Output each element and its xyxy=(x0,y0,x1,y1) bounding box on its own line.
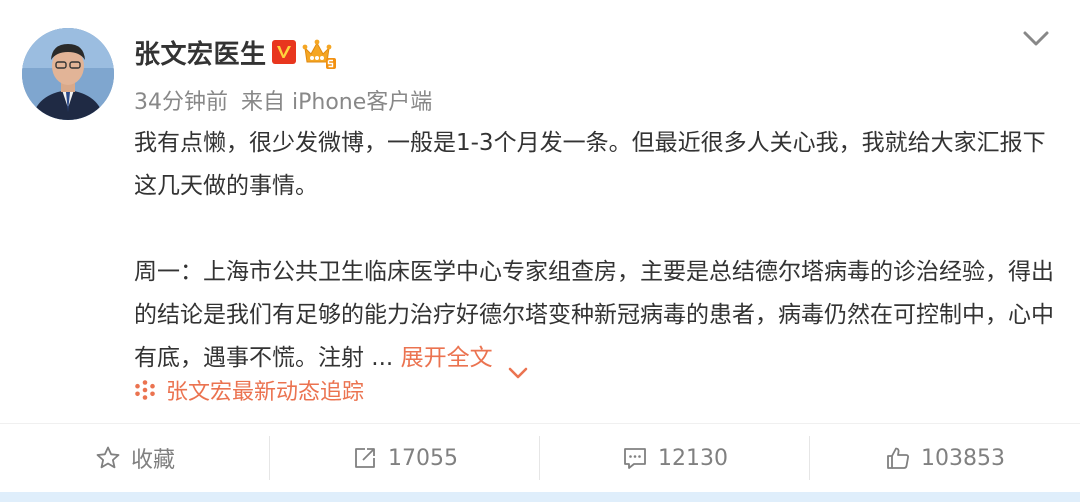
post-time[interactable]: 34分钟前 xyxy=(134,90,228,115)
topic-label[interactable]: 张文宏最新动态追踪 xyxy=(166,374,364,406)
repost-icon xyxy=(352,445,378,471)
like-button[interactable]: 103853 xyxy=(810,424,1080,492)
post-paragraph-text: 周一：上海市公共卫生临床医学中心专家组查房，主要是总结德尔塔病毒的诊治经验，得出… xyxy=(134,259,1054,371)
comment-button[interactable]: 12130 xyxy=(540,424,810,492)
expand-label[interactable]: 展开全文 xyxy=(401,345,493,371)
post-paragraph: 我有点懒，很少发微博，一般是1-3个月发一条。但最近很多人关心我，我就给大家汇报… xyxy=(134,130,1046,199)
weibo-post-card: 张文宏医生 34分钟前 来自 iPhone客户端 我有点懒，很少发微博，一般是1… xyxy=(0,0,1080,424)
author-name[interactable]: 张文宏医生 xyxy=(134,34,267,71)
action-bar: 收藏 17055 12130 103853 xyxy=(0,424,1080,492)
favorite-button[interactable]: 收藏 xyxy=(0,424,270,492)
vip-crown-icon[interactable] xyxy=(302,38,336,70)
expand-full-text-link[interactable]: 展开全文 xyxy=(401,345,529,378)
page-background xyxy=(0,492,1080,502)
like-count: 103853 xyxy=(921,445,1005,471)
post-meta: 34分钟前 来自 iPhone客户端 xyxy=(134,84,432,116)
post-source: 来自 iPhone客户端 xyxy=(241,90,433,115)
topic-link[interactable]: 张文宏最新动态追踪 xyxy=(134,374,364,406)
comment-icon xyxy=(622,445,648,471)
post-content: 我有点懒，很少发微博，一般是1-3个月发一条。但最近很多人关心我，我就给大家汇报… xyxy=(134,122,1054,380)
favorite-label: 收藏 xyxy=(130,448,175,473)
verified-v-icon xyxy=(272,40,296,64)
chevron-down-icon[interactable] xyxy=(1020,28,1052,50)
avatar[interactable] xyxy=(22,28,114,120)
post-paragraph: 周一：上海市公共卫生临床医学中心专家组查房，主要是总结德尔塔病毒的诊治经验，得出… xyxy=(134,251,1054,380)
chevron-down-icon[interactable] xyxy=(507,352,529,378)
thumbs-up-icon xyxy=(885,445,911,471)
topic-sparkle-icon xyxy=(134,379,156,401)
comment-count: 12130 xyxy=(658,445,728,471)
repost-count: 17055 xyxy=(388,445,458,471)
repost-button[interactable]: 17055 xyxy=(270,424,540,492)
star-icon xyxy=(95,445,121,471)
